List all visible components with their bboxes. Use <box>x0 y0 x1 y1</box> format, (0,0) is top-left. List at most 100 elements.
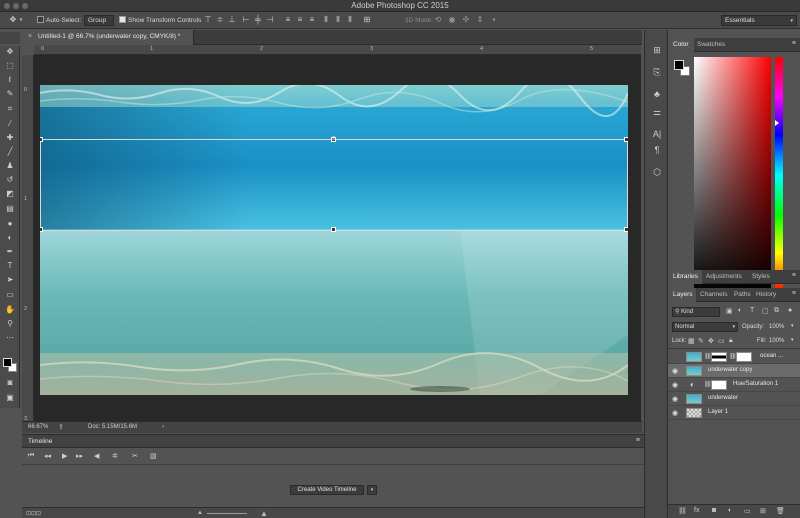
3d-rotate-icon[interactable]: ⟲ <box>433 15 443 25</box>
adjustment-layer-button-icon[interactable]: ◐ <box>728 507 732 514</box>
transform-handle[interactable] <box>331 227 336 232</box>
history-brush-tool-icon[interactable]: ↺ <box>3 174 17 186</box>
tab-paths[interactable]: Paths <box>734 291 751 298</box>
distribute-bottom-icon[interactable]: ≡ <box>307 15 317 25</box>
toolbar-grip[interactable] <box>0 32 20 44</box>
layer-style-fx-icon[interactable]: fx <box>694 507 699 514</box>
3d-scale-icon[interactable]: ▪ <box>489 15 499 25</box>
fill-value[interactable]: 100% <box>769 338 784 344</box>
foreground-color-swatch[interactable] <box>3 358 12 367</box>
healing-brush-tool-icon[interactable]: ✚ <box>3 132 17 144</box>
clone-stamp-tool-icon[interactable]: ♟ <box>3 160 17 172</box>
history-icon[interactable]: ⎘ <box>651 66 663 78</box>
tab-channels[interactable]: Channels <box>700 291 727 298</box>
layer-row[interactable]: ◉ underwater <box>668 392 800 406</box>
3d-cube-icon[interactable]: ⬡ <box>651 166 663 178</box>
blur-tool-icon[interactable]: ● <box>3 218 17 230</box>
gradient-tool-icon[interactable]: ▤ <box>3 203 17 215</box>
panel-menu-icon[interactable]: ≡ <box>636 437 640 444</box>
convert-frame-icon[interactable]: ⊡⊡⊡ <box>26 510 41 517</box>
rectangle-tool-icon[interactable]: ▭ <box>3 289 17 301</box>
split-at-playhead-icon[interactable]: ✂ <box>132 452 138 460</box>
hue-slider-marker[interactable] <box>775 120 779 126</box>
panel-menu-icon[interactable]: ≡ <box>792 290 796 297</box>
tab-adjustments[interactable]: Adjustments <box>706 273 742 280</box>
type-tool-icon[interactable]: T <box>3 260 17 272</box>
timeline-zoom-slider[interactable] <box>207 513 247 514</box>
zoom-tool-icon[interactable]: ⚲ <box>3 318 17 330</box>
tool-preset-chevron-icon[interactable]: ▾ <box>18 15 24 25</box>
visibility-eye-icon[interactable]: ◉ <box>672 381 678 389</box>
status-menu-arrow-icon[interactable]: › <box>162 424 164 430</box>
lock-artboard-icon[interactable]: ▭ <box>718 337 725 345</box>
tab-swatches[interactable]: Swatches <box>697 41 725 48</box>
vertical-ruler[interactable]: 0 1 2 3 <box>22 55 34 422</box>
panel-menu-icon[interactable]: ≡ <box>792 40 796 47</box>
hand-tool-icon[interactable]: ✋ <box>3 304 17 316</box>
tab-styles[interactable]: Styles <box>752 273 770 280</box>
new-layer-icon[interactable]: ⊞ <box>760 507 766 515</box>
layer-row[interactable]: ◉ underwater copy <box>668 364 800 378</box>
create-video-timeline-button[interactable]: Create Video Timeline <box>290 485 364 495</box>
next-frame-icon[interactable]: ▸▸ <box>76 452 83 460</box>
chevron-down-icon[interactable]: ▾ <box>791 337 794 343</box>
paragraph-icon[interactable]: ¶ <box>651 144 663 156</box>
zoom-level[interactable]: 66.67% <box>28 424 48 430</box>
settings-gear-icon[interactable]: ✲ <box>112 452 118 460</box>
hue-slider[interactable] <box>775 57 783 293</box>
lock-image-icon[interactable]: ✎ <box>698 337 704 345</box>
opacity-value[interactable]: 100% <box>769 324 784 330</box>
show-transform-checkbox[interactable] <box>119 16 126 23</box>
properties-icon[interactable]: ⚌ <box>651 106 663 118</box>
character-icon[interactable]: A| <box>651 128 663 140</box>
go-to-first-frame-icon[interactable]: ⏮ <box>28 452 34 460</box>
previous-frame-icon[interactable]: ◂◂ <box>44 452 51 460</box>
quick-mask-icon[interactable]: ◙ <box>3 377 17 389</box>
lasso-tool-icon[interactable]: ℓ <box>3 74 17 86</box>
distribute-right-icon[interactable]: ⦀ <box>345 15 355 25</box>
transform-center-point[interactable]: ⊕ <box>331 136 336 142</box>
panel-menu-icon[interactable]: ≡ <box>792 272 796 279</box>
add-mask-icon[interactable]: ◙ <box>712 507 716 514</box>
lock-all-icon[interactable]: 🔒︎ <box>729 337 733 345</box>
distribute-top-icon[interactable]: ≡ <box>283 15 293 25</box>
mute-audio-icon[interactable]: ◀ <box>94 452 99 460</box>
color-field[interactable] <box>694 57 771 293</box>
tab-history[interactable]: History <box>756 291 776 298</box>
lock-position-icon[interactable]: ✥ <box>708 337 714 345</box>
transition-icon[interactable]: ▧ <box>150 452 157 460</box>
blend-mode-dropdown[interactable]: Normal ▾ <box>672 322 738 332</box>
transform-handle[interactable] <box>40 137 43 142</box>
align-left-icon[interactable]: ⊢ <box>241 15 251 25</box>
3d-roll-icon[interactable]: ◉ <box>447 15 457 25</box>
visibility-eye-icon[interactable]: ◉ <box>672 409 678 417</box>
eyedropper-tool-icon[interactable]: ⁄ <box>3 118 17 130</box>
pen-tool-icon[interactable]: ✒ <box>3 246 17 258</box>
close-tab-icon[interactable]: × <box>28 33 32 40</box>
layer-row[interactable]: ◉ Layer 1 <box>668 406 800 420</box>
visibility-eye-icon[interactable]: ◉ <box>672 367 678 375</box>
path-selection-tool-icon[interactable]: ➤ <box>3 274 17 286</box>
pixel-filter-icon[interactable]: ▣ <box>726 307 733 315</box>
screen-mode-icon[interactable]: ▣ <box>3 392 17 404</box>
adjustment-filter-icon[interactable]: ◐ <box>738 307 742 314</box>
artboard-icon[interactable]: ⊞ <box>651 44 663 56</box>
zoom-out-mountain-icon[interactable]: ▲ <box>197 510 203 516</box>
align-hcenter-icon[interactable]: ╪ <box>253 15 263 25</box>
smart-object-filter-icon[interactable]: ⧉ <box>774 307 779 315</box>
tab-layers[interactable]: Layers <box>673 291 693 298</box>
chevron-down-icon[interactable]: ▾ <box>791 323 794 329</box>
dodge-tool-icon[interactable]: ◐ <box>3 232 17 244</box>
3d-slide-icon[interactable]: ⇕ <box>475 15 485 25</box>
foreground-color-chip[interactable] <box>674 60 684 70</box>
move-tool-icon[interactable]: ✥ <box>8 15 18 25</box>
crop-tool-icon[interactable]: ⌗ <box>3 103 17 115</box>
align-bottom-icon[interactable]: ⊥ <box>227 15 237 25</box>
brush-presets-icon[interactable]: ♣ <box>651 88 663 100</box>
align-right-icon[interactable]: ⊣ <box>265 15 275 25</box>
auto-select-checkbox[interactable] <box>37 16 44 23</box>
transform-handle[interactable] <box>624 227 628 232</box>
new-group-folder-icon[interactable]: ▭ <box>744 507 751 515</box>
document-canvas[interactable]: ⊕ <box>40 85 628 395</box>
zoom-in-mountain-icon[interactable]: ▲ <box>260 509 268 518</box>
